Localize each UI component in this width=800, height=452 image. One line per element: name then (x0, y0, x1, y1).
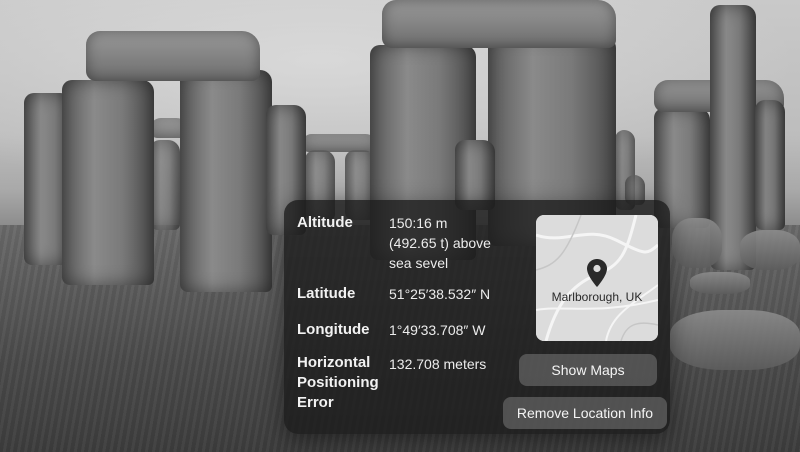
show-maps-button[interactable]: Show Maps (519, 354, 657, 386)
horizontal-error-label-line-3: Error (297, 394, 334, 411)
latitude-value: 51°25′38.532″ N (389, 286, 491, 302)
altitude-line-3: sea sevel (389, 255, 449, 271)
map-thumbnail[interactable]: Marlborough, UK (536, 215, 658, 341)
horizontal-error-label: Horizontal Positioning Error (297, 353, 393, 413)
altitude-value: 150:16 m (492.65 t) above sea sevel (389, 213, 519, 273)
location-info-panel: Altitude 150:16 m (492.65 t) above sea s… (284, 200, 670, 434)
remove-location-info-button[interactable]: Remove Location Info (503, 397, 667, 429)
altitude-line-1: 150:16 m (389, 215, 448, 231)
latitude-label: Latitude (297, 285, 356, 302)
horizontal-error-value: 132.708 meters (389, 356, 487, 372)
horizontal-error-label-line-2: Positioning (297, 374, 379, 391)
altitude-label: Altitude (297, 214, 353, 231)
longitude-value: 1°49′33.708″ W (389, 322, 486, 338)
longitude-label: Longitude (297, 321, 370, 338)
map-pin-icon (587, 259, 607, 287)
horizontal-error-label-line-1: Horizontal (297, 354, 371, 371)
altitude-line-2: (492.65 t) above (389, 235, 491, 251)
map-place-label: Marlborough, UK (551, 290, 643, 304)
